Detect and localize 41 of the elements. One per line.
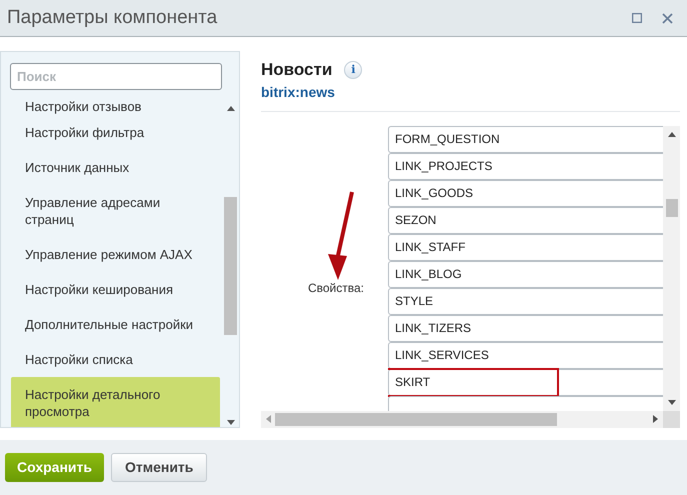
scroll-up-icon[interactable] [226, 106, 234, 111]
property-option[interactable]: STYLE [388, 288, 663, 314]
sidebar-item[interactable]: Настройки фильтра [11, 115, 220, 150]
scroll-up-icon[interactable] [668, 132, 676, 136]
scrollbar-corner [663, 410, 680, 428]
scroll-down-icon[interactable] [668, 400, 676, 404]
scrollbar-thumb[interactable] [275, 412, 557, 426]
sidebar-item[interactable]: Источник данных [11, 150, 220, 185]
property-option[interactable]: LINK_TIZERS [388, 314, 663, 342]
scroll-right-icon[interactable] [653, 415, 658, 423]
close-icon[interactable] [662, 12, 673, 24]
scrollbar-thumb[interactable] [666, 199, 678, 217]
property-option[interactable]: SKIRT [388, 368, 663, 396]
property-option[interactable]: LINK_GOODS [388, 180, 663, 206]
property-option[interactable]: SEZON [388, 206, 663, 234]
sidebar-item[interactable]: Настройки кеширования [11, 272, 220, 307]
sidebar-item[interactable]: Настройки детального просмотра [11, 377, 220, 427]
sidebar-item[interactable]: Управление режимом AJAX [11, 237, 220, 272]
search-field[interactable]: Поиск [10, 63, 222, 90]
maximize-icon[interactable] [632, 13, 642, 23]
sidebar-item[interactable]: Настройки отзывов [11, 98, 220, 115]
scrollbar-thumb[interactable] [224, 196, 237, 334]
component-code[interactable]: bitrix:news [261, 82, 680, 100]
scroll-left-icon[interactable] [266, 415, 271, 423]
property-option[interactable]: LINK_STAFF [388, 234, 663, 260]
info-icon[interactable]: i [344, 60, 362, 79]
property-option[interactable]: LINK_BLOG [388, 260, 663, 288]
property-option[interactable]: FORM_QUESTION [388, 126, 663, 152]
property-label: Свойства: [308, 280, 364, 297]
sidebar-item[interactable]: Управление адресами страниц [11, 185, 220, 237]
horizontal-scrollbar[interactable] [261, 410, 663, 428]
property-option[interactable]: LINK_PROJECTS [388, 152, 663, 180]
sidebar-item[interactable]: Настройки списка [11, 342, 220, 377]
property-option[interactable]: LINK_SERVICES [388, 342, 663, 368]
scrollbar[interactable] [663, 126, 680, 410]
scroll-down-icon[interactable] [226, 420, 234, 425]
cancel-button[interactable]: Отменить [110, 453, 208, 482]
sidebar-item[interactable]: Дополнительные настройки [11, 307, 220, 342]
property-listbox[interactable]: FORM_QUESTION LINK_PROJECTS LINK_GOODS SEZON LINK_STAFF LINK_BLOG STYLE LINK_TIZERS LINK_SERVICES SKIRT [388, 126, 663, 410]
window-title: Параметры компонента [7, 6, 218, 30]
component-title: Новости [261, 59, 332, 81]
